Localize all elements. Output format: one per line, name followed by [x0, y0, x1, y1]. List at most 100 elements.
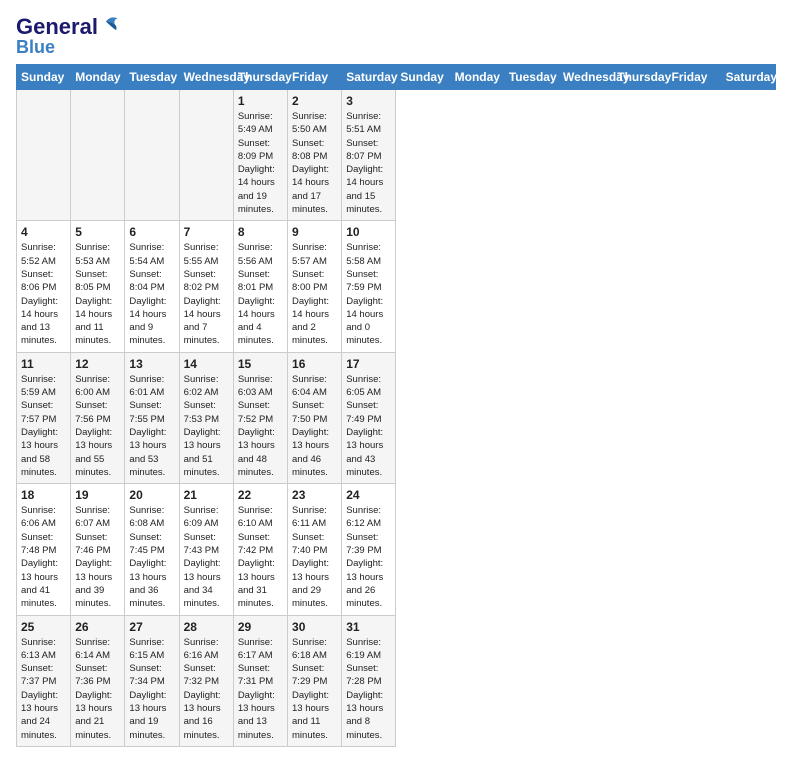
day-number: 20	[129, 488, 174, 502]
day-info: Sunrise: 5:54 AMSunset: 8:04 PMDaylight:…	[129, 241, 174, 347]
calendar-cell: 25 Sunrise: 6:13 AMSunset: 7:37 PMDayligh…	[17, 615, 71, 746]
day-info: Sunrise: 6:12 AMSunset: 7:39 PMDaylight:…	[346, 504, 391, 610]
calendar-cell: 1 Sunrise: 5:49 AMSunset: 8:09 PMDaylight…	[233, 90, 287, 221]
calendar-cell	[125, 90, 179, 221]
calendar-cell: 10 Sunrise: 5:58 AMSunset: 7:59 PMDayligh…	[342, 221, 396, 352]
calendar-week-row: 25 Sunrise: 6:13 AMSunset: 7:37 PMDayligh…	[17, 615, 776, 746]
day-number: 11	[21, 357, 66, 371]
calendar-cell: 18 Sunrise: 6:06 AMSunset: 7:48 PMDayligh…	[17, 484, 71, 615]
day-number: 24	[346, 488, 391, 502]
day-number: 1	[238, 94, 283, 108]
day-info: Sunrise: 6:09 AMSunset: 7:43 PMDaylight:…	[184, 504, 229, 610]
calendar-cell: 12 Sunrise: 6:00 AMSunset: 7:56 PMDayligh…	[71, 352, 125, 483]
day-number: 3	[346, 94, 391, 108]
day-header-thursday: Thursday	[613, 65, 667, 90]
day-info: Sunrise: 6:05 AMSunset: 7:49 PMDaylight:…	[346, 373, 391, 479]
logo: General Blue	[16, 16, 122, 56]
calendar-cell: 23 Sunrise: 6:11 AMSunset: 7:40 PMDayligh…	[288, 484, 342, 615]
calendar-cell: 14 Sunrise: 6:02 AMSunset: 7:53 PMDayligh…	[179, 352, 233, 483]
calendar-cell: 2Sunrise: 5:50 AMSunset: 8:08 PMDaylight…	[288, 90, 342, 221]
calendar-cell: 5Sunrise: 5:53 AMSunset: 8:05 PMDaylight…	[71, 221, 125, 352]
calendar-cell: 15 Sunrise: 6:03 AMSunset: 7:52 PMDayligh…	[233, 352, 287, 483]
day-number: 12	[75, 357, 120, 371]
day-info: Sunrise: 5:55 AMSunset: 8:02 PMDaylight:…	[184, 241, 229, 347]
day-number: 23	[292, 488, 337, 502]
day-number: 28	[184, 620, 229, 634]
day-header-wednesday: Wednesday	[179, 65, 233, 90]
day-header-saturday: Saturday	[721, 65, 775, 90]
calendar-cell: 6 Sunrise: 5:54 AMSunset: 8:04 PMDaylight…	[125, 221, 179, 352]
calendar-header-row: SundayMondayTuesdayWednesdayThursdayFrid…	[17, 65, 776, 90]
calendar-cell: 4 Sunrise: 5:52 AMSunset: 8:06 PMDaylight…	[17, 221, 71, 352]
calendar-cell: 31 Sunrise: 6:19 AMSunset: 7:28 PMDayligh…	[342, 615, 396, 746]
day-info: Sunrise: 6:10 AMSunset: 7:42 PMDaylight:…	[238, 504, 283, 610]
day-header-sunday: Sunday	[396, 65, 450, 90]
day-info: Sunrise: 6:02 AMSunset: 7:53 PMDaylight:…	[184, 373, 229, 479]
calendar-cell: 22 Sunrise: 6:10 AMSunset: 7:42 PMDayligh…	[233, 484, 287, 615]
day-info: Sunrise: 6:19 AMSunset: 7:28 PMDaylight:…	[346, 636, 391, 742]
day-info: Sunrise: 6:13 AMSunset: 7:37 PMDaylight:…	[21, 636, 66, 742]
calendar-table: SundayMondayTuesdayWednesdayThursdayFrid…	[16, 64, 776, 747]
day-info: Sunrise: 6:01 AMSunset: 7:55 PMDaylight:…	[129, 373, 174, 479]
day-header-friday: Friday	[667, 65, 721, 90]
day-number: 27	[129, 620, 174, 634]
calendar-cell: 21 Sunrise: 6:09 AMSunset: 7:43 PMDayligh…	[179, 484, 233, 615]
day-number: 25	[21, 620, 66, 634]
day-number: 10	[346, 225, 391, 239]
day-info: Sunrise: 6:07 AMSunset: 7:46 PMDaylight:…	[75, 504, 120, 610]
day-header-saturday: Saturday	[342, 65, 396, 90]
day-info: Sunrise: 6:04 AMSunset: 7:50 PMDaylight:…	[292, 373, 337, 479]
day-number: 6	[129, 225, 174, 239]
calendar-week-row: 18 Sunrise: 6:06 AMSunset: 7:48 PMDayligh…	[17, 484, 776, 615]
day-number: 18	[21, 488, 66, 502]
calendar-cell: 26Sunrise: 6:14 AMSunset: 7:36 PMDayligh…	[71, 615, 125, 746]
day-info: Sunrise: 6:18 AMSunset: 7:29 PMDaylight:…	[292, 636, 337, 742]
day-info: Sunrise: 5:53 AMSunset: 8:05 PMDaylight:…	[75, 241, 120, 347]
calendar-cell	[179, 90, 233, 221]
calendar-cell: 20Sunrise: 6:08 AMSunset: 7:45 PMDayligh…	[125, 484, 179, 615]
logo-text-blue: Blue	[16, 38, 55, 56]
day-info: Sunrise: 6:00 AMSunset: 7:56 PMDaylight:…	[75, 373, 120, 479]
day-info: Sunrise: 6:03 AMSunset: 7:52 PMDaylight:…	[238, 373, 283, 479]
calendar-week-row: 4 Sunrise: 5:52 AMSunset: 8:06 PMDaylight…	[17, 221, 776, 352]
day-number: 16	[292, 357, 337, 371]
day-number: 9	[292, 225, 337, 239]
calendar-cell: 17 Sunrise: 6:05 AMSunset: 7:49 PMDayligh…	[342, 352, 396, 483]
calendar-cell: 7 Sunrise: 5:55 AMSunset: 8:02 PMDaylight…	[179, 221, 233, 352]
day-header-tuesday: Tuesday	[125, 65, 179, 90]
day-number: 21	[184, 488, 229, 502]
calendar-cell: 9Sunrise: 5:57 AMSunset: 8:00 PMDaylight…	[288, 221, 342, 352]
day-number: 15	[238, 357, 283, 371]
logo-bird-icon	[100, 14, 122, 36]
calendar-cell: 8 Sunrise: 5:56 AMSunset: 8:01 PMDaylight…	[233, 221, 287, 352]
day-number: 8	[238, 225, 283, 239]
day-number: 30	[292, 620, 337, 634]
calendar-cell: 27Sunrise: 6:15 AMSunset: 7:34 PMDayligh…	[125, 615, 179, 746]
day-info: Sunrise: 6:14 AMSunset: 7:36 PMDaylight:…	[75, 636, 120, 742]
day-info: Sunrise: 5:49 AMSunset: 8:09 PMDaylight:…	[238, 110, 283, 216]
day-info: Sunrise: 5:52 AMSunset: 8:06 PMDaylight:…	[21, 241, 66, 347]
day-number: 7	[184, 225, 229, 239]
day-header-thursday: Thursday	[233, 65, 287, 90]
calendar-cell: 19 Sunrise: 6:07 AMSunset: 7:46 PMDayligh…	[71, 484, 125, 615]
day-number: 4	[21, 225, 66, 239]
day-number: 17	[346, 357, 391, 371]
day-header-monday: Monday	[71, 65, 125, 90]
day-info: Sunrise: 6:11 AMSunset: 7:40 PMDaylight:…	[292, 504, 337, 610]
day-number: 14	[184, 357, 229, 371]
day-info: Sunrise: 5:59 AMSunset: 7:57 PMDaylight:…	[21, 373, 66, 479]
day-header-sunday: Sunday	[17, 65, 71, 90]
calendar-cell: 16 Sunrise: 6:04 AMSunset: 7:50 PMDayligh…	[288, 352, 342, 483]
day-info: Sunrise: 6:06 AMSunset: 7:48 PMDaylight:…	[21, 504, 66, 610]
day-info: Sunrise: 5:56 AMSunset: 8:01 PMDaylight:…	[238, 241, 283, 347]
day-header-wednesday: Wednesday	[559, 65, 613, 90]
day-number: 13	[129, 357, 174, 371]
day-info: Sunrise: 6:17 AMSunset: 7:31 PMDaylight:…	[238, 636, 283, 742]
day-number: 22	[238, 488, 283, 502]
day-number: 31	[346, 620, 391, 634]
calendar-cell: 3Sunrise: 5:51 AMSunset: 8:07 PMDaylight…	[342, 90, 396, 221]
day-number: 19	[75, 488, 120, 502]
day-info: Sunrise: 5:58 AMSunset: 7:59 PMDaylight:…	[346, 241, 391, 347]
day-header-monday: Monday	[450, 65, 504, 90]
calendar-cell: 28Sunrise: 6:16 AMSunset: 7:32 PMDayligh…	[179, 615, 233, 746]
